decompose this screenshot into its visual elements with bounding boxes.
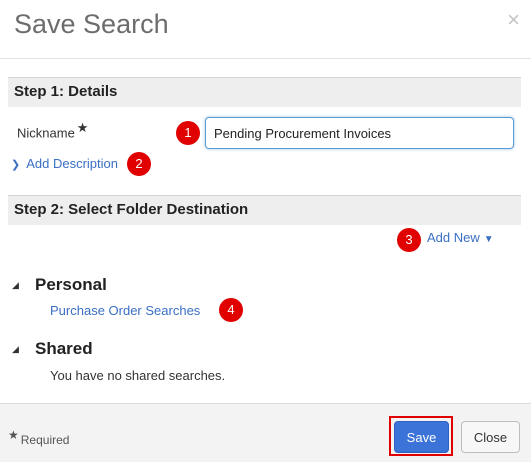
annotation-badge-3: 3	[397, 228, 421, 252]
collapse-triangle-icon[interactable]: ◢	[12, 344, 19, 355]
required-star-icon: ★	[76, 120, 89, 135]
dialog-footer: ★ Required Save Close	[0, 403, 531, 462]
step2-header: Step 2: Select Folder Destination	[8, 195, 521, 225]
required-note: ★ Required	[8, 428, 69, 447]
nickname-label-text: Nickname	[17, 125, 75, 141]
close-button[interactable]: Close	[461, 421, 520, 453]
dialog-title: Save Search	[14, 9, 169, 39]
required-note-text: Required	[20, 433, 70, 447]
caret-down-icon: ▼	[483, 234, 494, 245]
step1-title: Step 1: Details	[14, 83, 118, 100]
step1-header: Step 1: Details	[8, 77, 521, 107]
annotation-badge-4: 4	[219, 298, 243, 322]
step2-title: Step 2: Select Folder Destination	[14, 201, 249, 218]
folder-personal-title: Personal	[35, 275, 107, 294]
add-description-link[interactable]: ❯ Add Description	[11, 156, 118, 171]
add-description-label: Add Description	[26, 156, 118, 171]
annotation-badge-2: 2	[127, 152, 151, 176]
folder-shared-title: Shared	[35, 339, 93, 358]
shared-empty-message: You have no shared searches.	[50, 368, 226, 383]
chevron-right-icon: ❯	[11, 159, 21, 171]
collapse-triangle-icon[interactable]: ◢	[12, 280, 19, 291]
nickname-input[interactable]	[205, 117, 514, 149]
save-button[interactable]: Save	[394, 421, 449, 453]
nickname-label: Nickname ★	[17, 120, 88, 140]
folder-item[interactable]: Purchase Order Searches	[50, 303, 200, 318]
required-star-icon: ★	[8, 428, 19, 442]
add-new-dropdown[interactable]: Add New ▼	[427, 230, 494, 245]
annotation-badge-1: 1	[176, 121, 200, 145]
close-icon[interactable]: ×	[507, 9, 520, 31]
add-new-label: Add New	[427, 230, 480, 245]
title-divider	[0, 58, 531, 59]
